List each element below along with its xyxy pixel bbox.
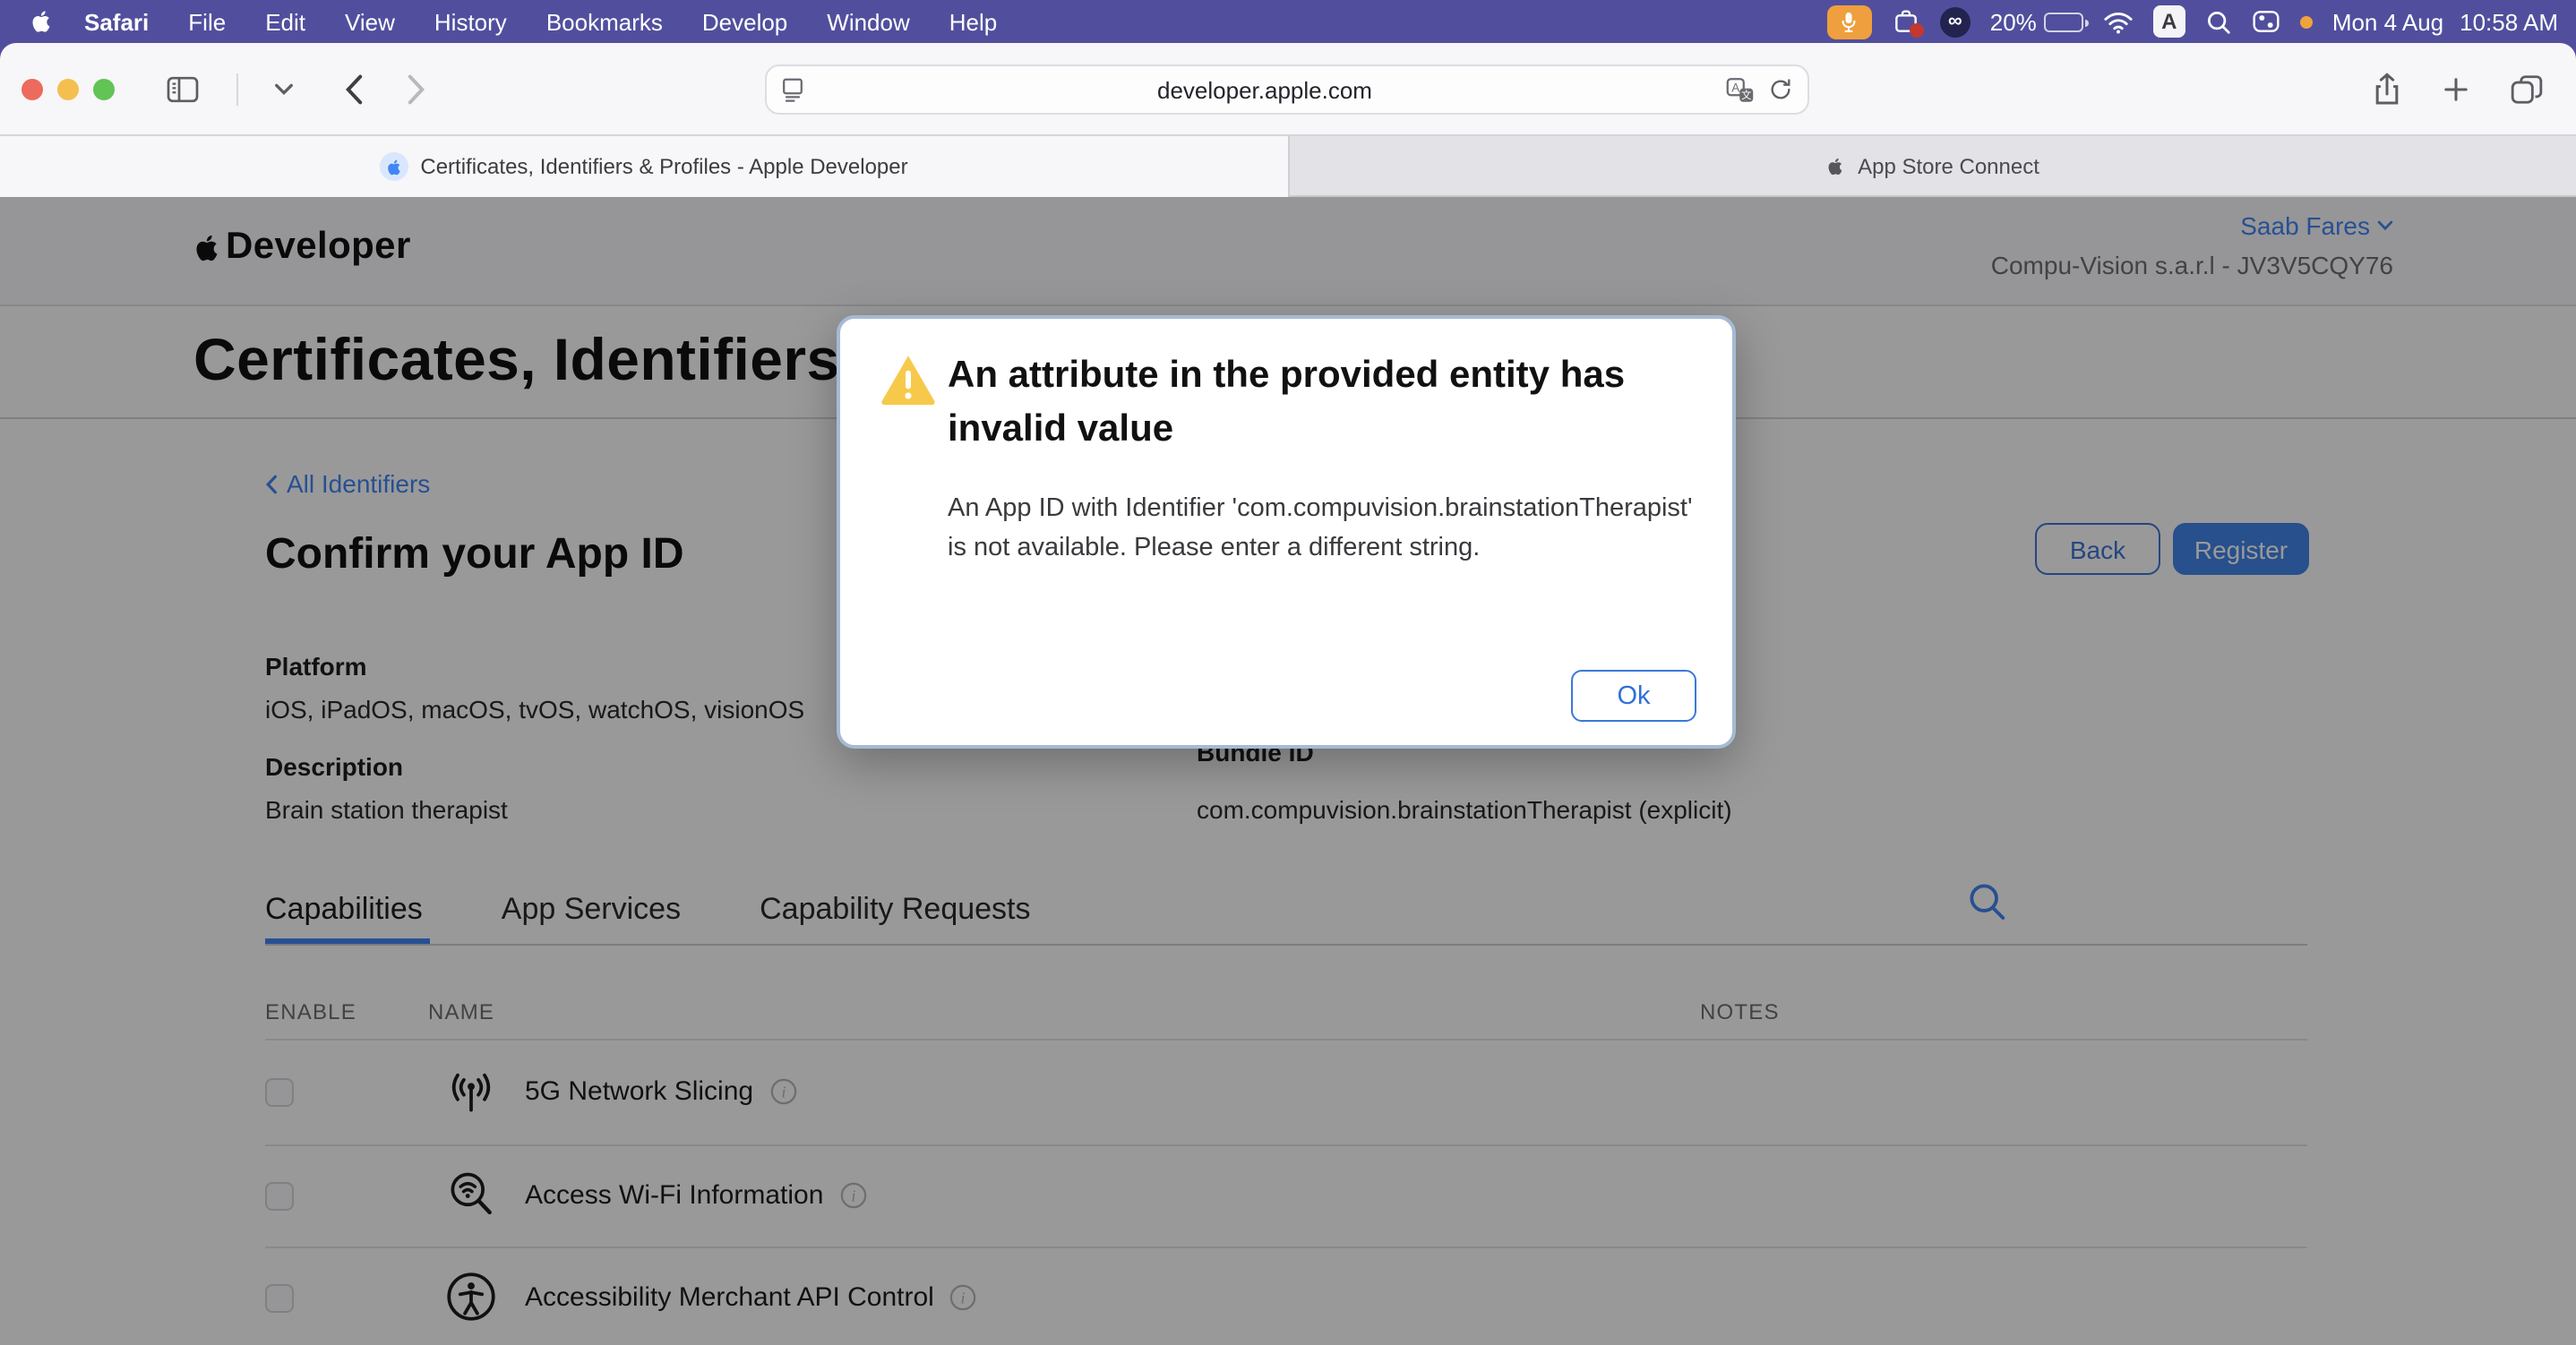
dialog-title: An attribute in the provided entity has …	[948, 349, 1664, 457]
menubar-item-develop[interactable]: Develop	[683, 8, 807, 35]
menubar-menus: Safari File Edit View History Bookmarks …	[18, 7, 1017, 36]
menubar-item-view[interactable]: View	[325, 8, 415, 35]
microphone-active-icon[interactable]	[1827, 4, 1872, 39]
input-source-icon[interactable]: A	[2153, 5, 2185, 38]
new-tab-icon[interactable]	[2442, 74, 2470, 103]
apple-developer-favicon	[379, 152, 408, 181]
notification-badge	[1910, 23, 1924, 38]
menubar-item-window[interactable]: Window	[807, 8, 930, 35]
battery-icon	[2044, 12, 2083, 31]
share-icon[interactable]	[2372, 71, 2402, 107]
close-window-button[interactable]	[21, 78, 43, 99]
address-bar[interactable]: developer.apple.com A文	[765, 64, 1809, 115]
tab-certificates[interactable]: Certificates, Identifiers & Profiles - A…	[0, 136, 1287, 197]
reader-view-icon[interactable]	[781, 77, 804, 102]
sidebar-toggle-icon[interactable]	[165, 74, 201, 103]
tab-overview-icon[interactable]	[2510, 73, 2544, 105]
zoom-window-button[interactable]	[93, 78, 115, 99]
back-button[interactable]	[344, 73, 364, 105]
menubar-item-help[interactable]: Help	[930, 8, 1018, 35]
forward-button[interactable]	[407, 73, 426, 105]
toolbar-divider	[236, 73, 238, 105]
translate-icon[interactable]: A文	[1725, 76, 1756, 103]
control-center-icon[interactable]	[2252, 9, 2280, 34]
menubar-item-edit[interactable]: Edit	[245, 8, 325, 35]
minimize-window-button[interactable]	[57, 78, 79, 99]
menubar-clock[interactable]: Mon 4 Aug 10:58 AM	[2332, 8, 2558, 35]
apple-favicon	[1825, 155, 1845, 176]
menubar-time: 10:58 AM	[2460, 8, 2558, 35]
window-controls	[21, 78, 115, 99]
warning-icon	[880, 355, 937, 407]
menubar-item-file[interactable]: File	[168, 8, 245, 35]
webpage-content: Developer Saab Fares Compu-Vision s.a.r.…	[0, 197, 2576, 1345]
spotlight-icon[interactable]	[2205, 8, 2232, 35]
menubar-date: Mon 4 Aug	[2332, 8, 2443, 35]
reload-icon[interactable]	[1768, 77, 1793, 102]
menubar-item-bookmarks[interactable]: Bookmarks	[527, 8, 683, 35]
menubar-item-history[interactable]: History	[415, 8, 527, 35]
tab-title: App Store Connect	[1858, 153, 2039, 178]
screen: Safari File Edit View History Bookmarks …	[0, 0, 2576, 1345]
creative-cloud-icon[interactable]: ∞	[1940, 6, 1971, 37]
macos-menubar: Safari File Edit View History Bookmarks …	[0, 0, 2576, 43]
svg-text:A: A	[1731, 81, 1739, 94]
menubar-item-safari[interactable]: Safari	[64, 8, 168, 35]
app-with-notification-icon[interactable]	[1892, 7, 1920, 36]
url-text[interactable]: developer.apple.com	[804, 76, 1725, 103]
error-dialog: An attribute in the provided entity has …	[837, 315, 1736, 749]
ok-button[interactable]: Ok	[1571, 670, 1696, 722]
status-dot	[2300, 15, 2313, 28]
wifi-icon[interactable]	[2103, 10, 2134, 33]
sidebar-chevron-icon[interactable]	[274, 81, 294, 96]
safari-toolbar: developer.apple.com A文	[0, 43, 2576, 134]
tab-app-store-connect[interactable]: App Store Connect	[1287, 136, 2576, 197]
menubar-status: ∞ 20% A Mon 4 Aug 10:58 AM	[1827, 4, 2558, 39]
safari-window: developer.apple.com A文	[0, 43, 2576, 1345]
tab-bar: Certificates, Identifiers & Profiles - A…	[0, 134, 2576, 197]
apple-menu-icon[interactable]	[29, 7, 54, 36]
dialog-message: An App ID with Identifier 'com.compuvisi…	[948, 489, 1718, 568]
battery-indicator[interactable]: 20%	[1990, 8, 2083, 35]
tab-title: Certificates, Identifiers & Profiles - A…	[420, 154, 907, 179]
battery-percent: 20%	[1990, 8, 2037, 35]
svg-text:文: 文	[1741, 88, 1751, 100]
